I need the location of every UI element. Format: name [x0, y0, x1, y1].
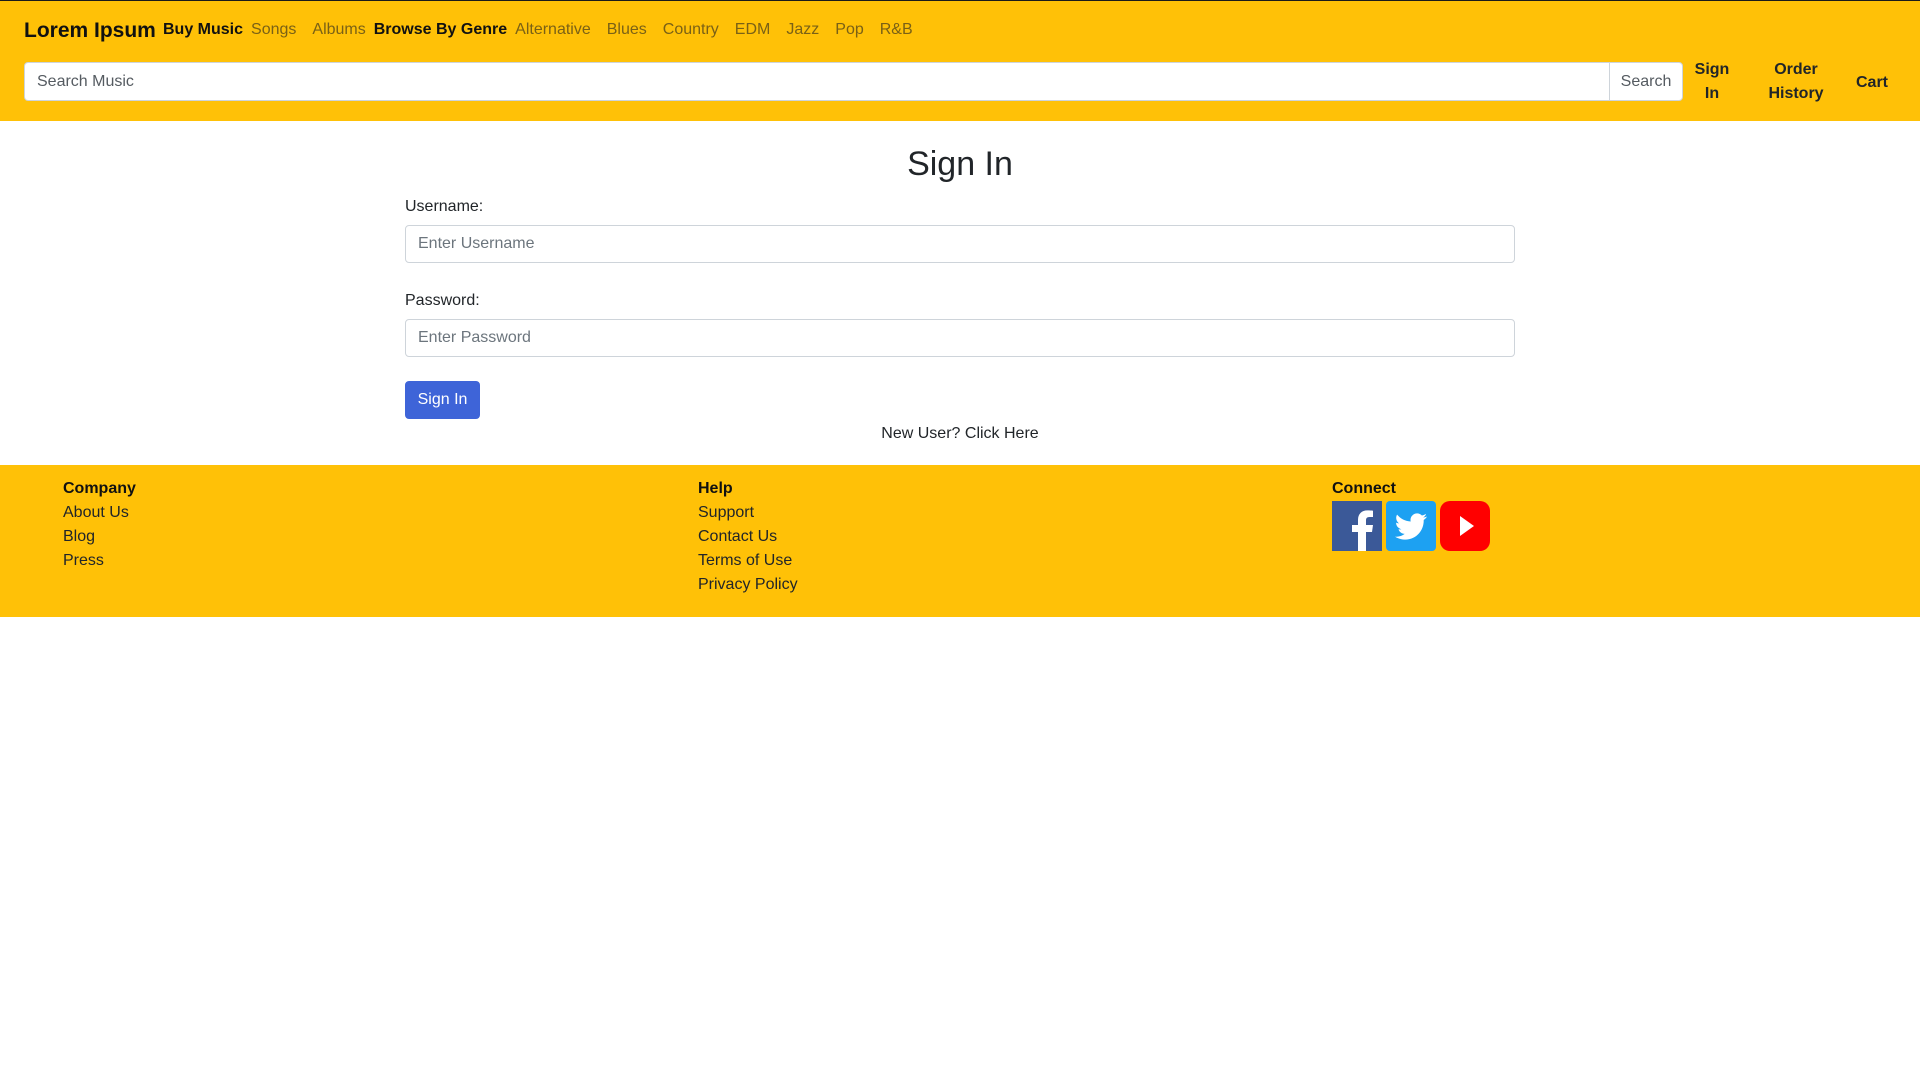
footer-help-column: Help Support Contact Us Terms of Use Pri… [698, 477, 798, 597]
footer-press-link[interactable]: Press [63, 549, 136, 573]
genre-jazz-link[interactable]: Jazz [786, 21, 819, 39]
genre-country-link[interactable]: Country [663, 21, 719, 39]
genre-rnb-link[interactable]: R&B [880, 21, 913, 39]
footer-connect-heading: Connect [1332, 480, 1396, 497]
footer-support-link[interactable]: Support [698, 501, 798, 525]
nav-songs-link[interactable]: Songs [251, 21, 296, 39]
search-button[interactable]: Search [1609, 62, 1683, 101]
nav-cart-link[interactable]: Cart [1852, 71, 1892, 95]
page-title: Sign In [907, 145, 1013, 183]
register-link[interactable]: Click Here [965, 425, 1039, 442]
footer-company-column: Company About Us Blog Press [63, 477, 136, 573]
footer-help-heading: Help [698, 480, 733, 497]
footer-connect-column: Connect [1332, 477, 1490, 551]
brand-logo[interactable]: Lorem Ipsum [24, 19, 156, 43]
order-history-line-2: History [1768, 85, 1824, 102]
sign-in-form: Sign In Username: Password: Sign In New … [405, 121, 1515, 443]
twitter-icon[interactable] [1386, 501, 1436, 551]
genre-pop-link[interactable]: Pop [835, 21, 863, 39]
sign-in-line-1: Sign [1694, 61, 1730, 78]
username-field[interactable] [405, 225, 1515, 263]
youtube-icon[interactable] [1440, 501, 1490, 551]
nav-albums-link[interactable]: Albums [312, 21, 365, 39]
facebook-icon[interactable] [1332, 501, 1382, 551]
footer-company-heading: Company [63, 480, 136, 497]
sign-in-button[interactable]: Sign In [405, 381, 480, 419]
primary-nav: Buy Music Songs Albums Browse By Genre A… [163, 21, 929, 39]
browse-by-genre-heading: Browse By Genre [373, 21, 508, 38]
order-history-line-1: Order [1774, 61, 1818, 78]
buy-music-heading: Buy Music [163, 21, 244, 38]
new-user-prompt: New User? Click Here [405, 425, 1515, 443]
footer-contact-link[interactable]: Contact Us [698, 525, 798, 549]
social-links [1332, 501, 1490, 551]
nav-order-history-link[interactable]: Order History [1760, 58, 1832, 106]
genre-edm-link[interactable]: EDM [735, 21, 771, 39]
nav-sign-in-link[interactable]: Sign In [1692, 58, 1732, 106]
top-navbar: Lorem Ipsum Buy Music Songs Albums Brows… [0, 0, 1920, 121]
footer: Company About Us Blog Press Help Support… [0, 465, 1920, 617]
password-field[interactable] [405, 319, 1515, 357]
password-label: Password: [405, 292, 480, 309]
footer-blog-link[interactable]: Blog [63, 525, 136, 549]
search-bar: Search [24, 62, 1683, 101]
genre-blues-link[interactable]: Blues [607, 21, 647, 39]
genre-alternative-link[interactable]: Alternative [515, 21, 591, 39]
new-user-text: New User? [881, 425, 961, 442]
footer-privacy-link[interactable]: Privacy Policy [698, 573, 798, 597]
username-label: Username: [405, 198, 484, 215]
search-input[interactable] [24, 62, 1609, 101]
footer-about-link[interactable]: About Us [63, 501, 136, 525]
footer-terms-link[interactable]: Terms of Use [698, 549, 798, 573]
sign-in-line-2: In [1704, 85, 1720, 102]
